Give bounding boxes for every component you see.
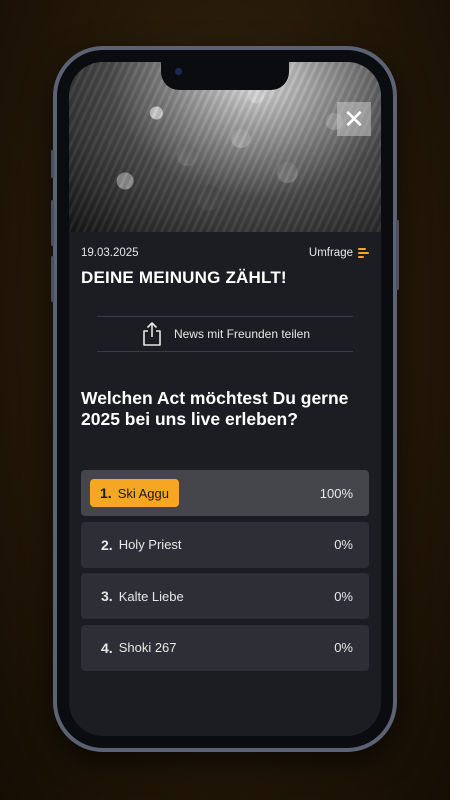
volume-down-button — [51, 256, 54, 302]
option-number: 3. — [101, 588, 113, 604]
option-pill: 4. Shoki 267 — [101, 640, 177, 656]
volume-up-button — [51, 200, 54, 246]
power-button — [396, 220, 399, 290]
app-screen: ✕ 19.03.2025 Umfrage DEINE MEINUNG ZÄHLT… — [69, 62, 381, 736]
post-date: 19.03.2025 — [81, 247, 139, 259]
close-icon: ✕ — [343, 103, 365, 134]
option-number: 4. — [101, 639, 113, 656]
category-badge: Umfrage — [309, 247, 369, 259]
option-percent: 0% — [334, 537, 353, 552]
option-number: 2. — [101, 536, 113, 553]
poll-option-1[interactable]: 1. Ski Aggu 100% — [81, 470, 369, 516]
option-label: Kalte Liebe — [118, 588, 184, 604]
page-title: DEINE MEINUNG ZÄHLT! — [81, 268, 287, 287]
mute-switch — [51, 150, 54, 178]
option-pill: 2. Holy Priest — [101, 537, 182, 553]
option-label: Shoki 267 — [118, 640, 177, 655]
camera-dot — [175, 68, 182, 75]
share-label: News mit Freunden teilen — [173, 327, 311, 341]
option-pill: 1. Ski Aggu — [90, 479, 180, 507]
poll-option-3[interactable]: 3. Kalte Liebe 0% — [81, 573, 369, 619]
option-percent: 0% — [334, 640, 353, 655]
option-number: 1. — [100, 485, 112, 501]
poll-options: 1. Ski Aggu 100% 2. Holy Priest 0% 3. Ka… — [81, 470, 369, 676]
category-label: Umfrage — [308, 247, 353, 259]
option-percent: 100% — [319, 485, 353, 501]
option-label: Ski Aggu — [117, 485, 170, 501]
option-pill: 3. Kalte Liebe — [101, 588, 184, 604]
option-percent: 0% — [334, 588, 353, 604]
share-button[interactable]: News mit Freunden teilen — [97, 316, 353, 352]
poll-option-4[interactable]: 4. Shoki 267 0% — [81, 624, 369, 671]
share-icon — [143, 322, 161, 346]
poll-question: Welchen Act möchtest Du gerne 2025 bei u… — [81, 388, 349, 429]
close-button[interactable]: ✕ — [337, 102, 371, 136]
poll-icon — [358, 248, 369, 258]
poll-option-2[interactable]: 2. Holy Priest 0% — [81, 521, 369, 568]
option-label: Holy Priest — [118, 537, 182, 552]
notch — [161, 62, 289, 90]
